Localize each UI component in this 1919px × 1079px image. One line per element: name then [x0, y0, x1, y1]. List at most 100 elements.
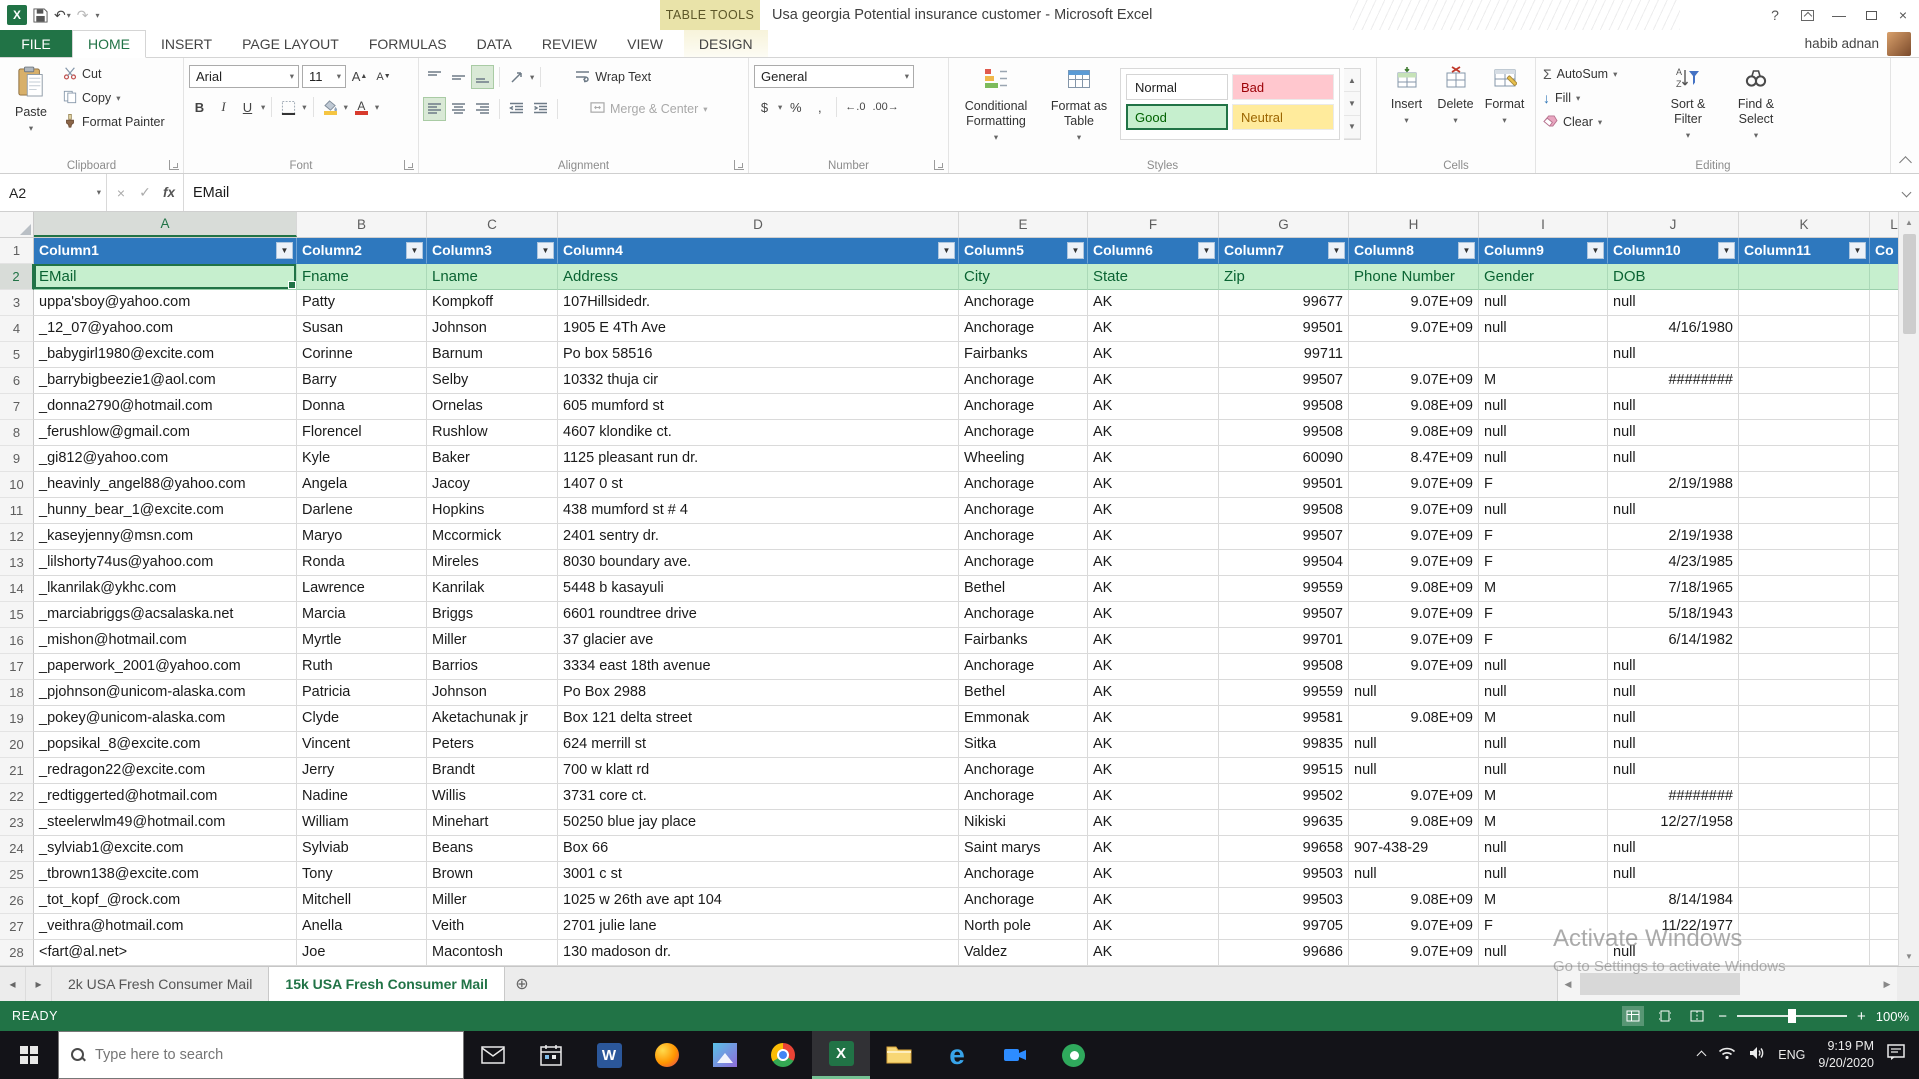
enter-formula-icon[interactable]: ✓ [133, 184, 157, 201]
cell-C27[interactable]: Veith [427, 914, 558, 940]
cell-B15[interactable]: Marcia [297, 602, 427, 628]
cell-G5[interactable]: 99711 [1219, 342, 1349, 368]
cell-F19[interactable]: AK [1088, 706, 1219, 732]
cell-J23[interactable]: 12/27/1958 [1608, 810, 1739, 836]
cell-D4[interactable]: 1905 E 4Th Ave [558, 316, 959, 342]
cell-E4[interactable]: Anchorage [959, 316, 1088, 342]
undo-icon[interactable]: ↶ ▾ [54, 7, 71, 24]
cell-A9[interactable]: _gi812@yahoo.com [34, 446, 297, 472]
cell-F9[interactable]: AK [1088, 446, 1219, 472]
cell-B28[interactable]: Joe [297, 940, 427, 966]
row-header-18[interactable]: 18 [0, 680, 34, 706]
cell-F7[interactable]: AK [1088, 394, 1219, 420]
calendar-icon[interactable] [522, 1031, 580, 1079]
cell-E1[interactable]: Column5 ▼ [959, 238, 1088, 264]
page-break-view-icon[interactable] [1686, 1006, 1708, 1026]
cell-H27[interactable]: 9.07E+09 [1349, 914, 1479, 940]
cell-C14[interactable]: Kanrilak [427, 576, 558, 602]
cell-I17[interactable]: null [1479, 654, 1608, 680]
cell-D9[interactable]: 1125 pleasant run dr. [558, 446, 959, 472]
cell-K8[interactable] [1739, 420, 1870, 446]
cell-H2[interactable]: Phone Number [1349, 264, 1479, 290]
underline-caret[interactable]: ▾ [261, 102, 265, 113]
cell-A28[interactable]: <fart@al.net> [34, 940, 297, 966]
column-header-F[interactable]: F [1088, 212, 1219, 237]
orientation-caret[interactable]: ▾ [530, 72, 534, 83]
sheet-tab[interactable]: 15k USA Fresh Consumer Mail [269, 967, 505, 1001]
row-header-4[interactable]: 4 [0, 316, 34, 342]
row-header-9[interactable]: 9 [0, 446, 34, 472]
sort-filter-button[interactable]: AZ Sort & Filter ▾ [1657, 62, 1719, 140]
cell-I16[interactable]: F [1479, 628, 1608, 654]
cell-H10[interactable]: 9.07E+09 [1349, 472, 1479, 498]
cell-F6[interactable]: AK [1088, 368, 1219, 394]
cell-G16[interactable]: 99701 [1219, 628, 1349, 654]
cell-F1[interactable]: Column6 ▼ [1088, 238, 1219, 264]
zoom-slider[interactable] [1736, 1009, 1847, 1023]
cell-G14[interactable]: 99559 [1219, 576, 1349, 602]
filter-icon[interactable]: ▼ [1328, 242, 1345, 259]
cell-E8[interactable]: Anchorage [959, 420, 1088, 446]
borders-caret[interactable]: ▾ [302, 102, 306, 113]
cell-K23[interactable] [1739, 810, 1870, 836]
decrease-decimal-icon[interactable]: .00→ [870, 96, 900, 118]
cell-I23[interactable]: M [1479, 810, 1608, 836]
row-header-26[interactable]: 26 [0, 888, 34, 914]
cell-A26[interactable]: _tot_kopf_@rock.com [34, 888, 297, 914]
increase-decimal-icon[interactable]: ←.0 [843, 96, 867, 118]
cell-J10[interactable]: 2/19/1988 [1608, 472, 1739, 498]
cell-D23[interactable]: 50250 blue jay place [558, 810, 959, 836]
cell-I11[interactable]: null [1479, 498, 1608, 524]
cell-C6[interactable]: Selby [427, 368, 558, 394]
cell-D16[interactable]: 37 glacier ave [558, 628, 959, 654]
cell-F11[interactable]: AK [1088, 498, 1219, 524]
sheet-nav-left-icon[interactable]: ◂ [0, 967, 26, 1001]
cell-H7[interactable]: 9.08E+09 [1349, 394, 1479, 420]
comma-format-icon[interactable]: , [809, 96, 830, 118]
redo-icon[interactable]: ↷ [77, 7, 89, 24]
cell-C21[interactable]: Brandt [427, 758, 558, 784]
borders-icon[interactable] [278, 96, 299, 118]
cell-B1[interactable]: Column2 ▼ [297, 238, 427, 264]
search-input[interactable] [95, 1047, 395, 1063]
gallery-more-icon[interactable]: ▼ [1344, 116, 1360, 139]
cell-C11[interactable]: Hopkins [427, 498, 558, 524]
cell-F18[interactable]: AK [1088, 680, 1219, 706]
cell-J27[interactable]: 11/22/1977 [1608, 914, 1739, 940]
cell-J6[interactable]: ######## [1608, 368, 1739, 394]
row-header-6[interactable]: 6 [0, 368, 34, 394]
chrome-icon[interactable] [754, 1031, 812, 1079]
style-bad[interactable]: Bad [1232, 74, 1334, 100]
font-color-caret[interactable]: ▾ [375, 102, 379, 113]
cell-I19[interactable]: M [1479, 706, 1608, 732]
cell-J16[interactable]: 6/14/1982 [1608, 628, 1739, 654]
merge-center-button[interactable]: Merge & Center ▾ [588, 97, 710, 121]
filter-icon[interactable]: ▼ [537, 242, 554, 259]
increase-font-icon[interactable]: A ▲ [349, 66, 370, 88]
tab-page-layout[interactable]: PAGE LAYOUT [227, 30, 354, 57]
cell-G9[interactable]: 60090 [1219, 446, 1349, 472]
style-normal[interactable]: Normal [1126, 74, 1228, 100]
cell-A22[interactable]: _redtiggerted@hotmail.com [34, 784, 297, 810]
cell-D15[interactable]: 6601 roundtree drive [558, 602, 959, 628]
cell-B11[interactable]: Darlene [297, 498, 427, 524]
language-indicator[interactable]: ENG [1778, 1048, 1805, 1062]
cell-B6[interactable]: Barry [297, 368, 427, 394]
zoom-slider-thumb[interactable] [1787, 1009, 1796, 1023]
cell-C17[interactable]: Barrios [427, 654, 558, 680]
cell-J8[interactable]: null [1608, 420, 1739, 446]
autosum-button[interactable]: Σ AutoSum ▾ [1541, 62, 1651, 86]
vertical-scrollbar[interactable]: ▲ ▼ [1898, 212, 1919, 966]
cell-J19[interactable]: null [1608, 706, 1739, 732]
row-header-17[interactable]: 17 [0, 654, 34, 680]
row-header-21[interactable]: 21 [0, 758, 34, 784]
cell-E15[interactable]: Anchorage [959, 602, 1088, 628]
tab-insert[interactable]: INSERT [146, 30, 227, 57]
row-header-16[interactable]: 16 [0, 628, 34, 654]
zoom-in-icon[interactable]: + [1857, 1008, 1866, 1025]
cell-C22[interactable]: Willis [427, 784, 558, 810]
cell-I13[interactable]: F [1479, 550, 1608, 576]
cell-H23[interactable]: 9.08E+09 [1349, 810, 1479, 836]
cell-E17[interactable]: Anchorage [959, 654, 1088, 680]
sheet-nav-right-icon[interactable]: ▸ [26, 967, 52, 1001]
